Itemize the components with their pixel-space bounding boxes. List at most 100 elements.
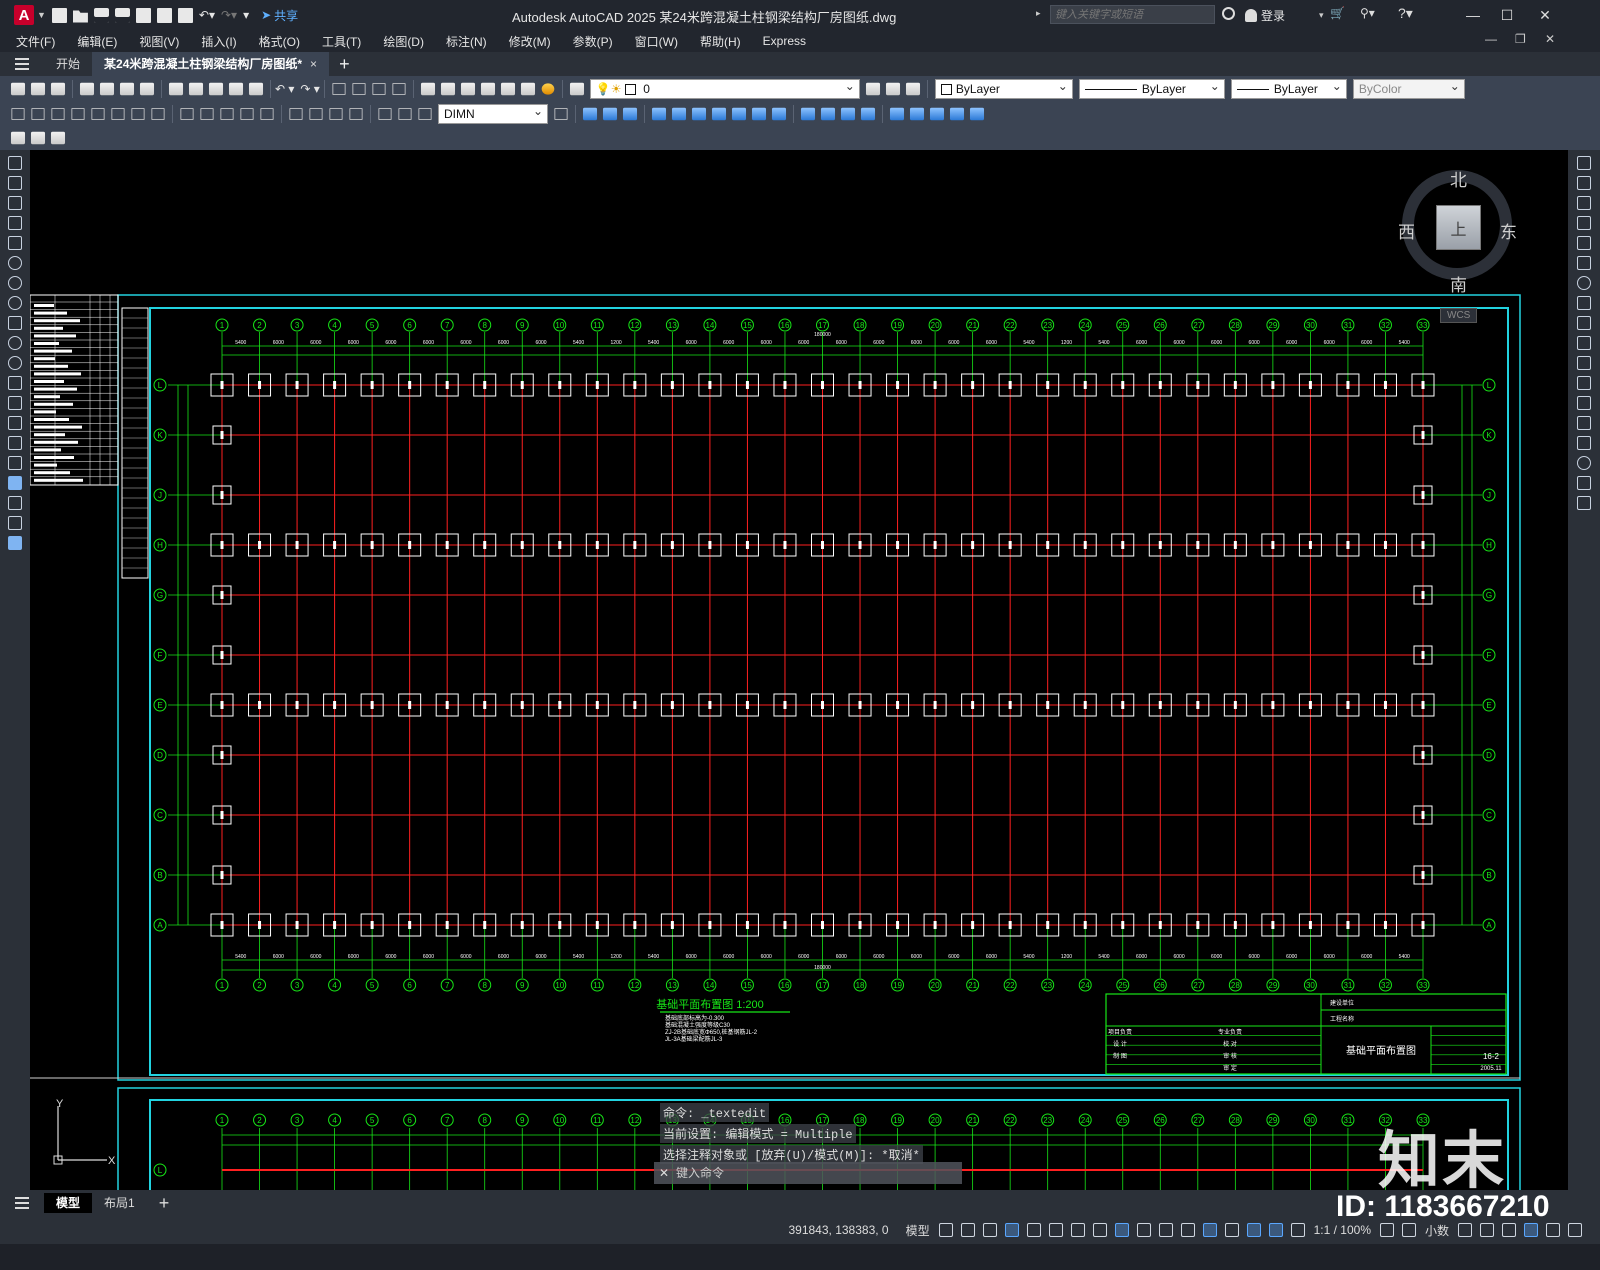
customize-qat-icon[interactable]: ▾ <box>243 8 249 22</box>
multiline-text-icon[interactable] <box>8 516 22 530</box>
save-icon[interactable] <box>93 7 109 23</box>
polar-tracking-icon[interactable] <box>1048 1223 1063 1237</box>
jogged-linear-icon[interactable] <box>349 107 363 120</box>
qnew-icon[interactable] <box>10 82 26 95</box>
attribute-edit-icon[interactable] <box>30 131 46 145</box>
arc-icon[interactable] <box>8 256 22 270</box>
zoom-window-icon[interactable] <box>372 82 386 95</box>
object-snap-tracking-icon[interactable] <box>1092 1223 1107 1237</box>
dim-update-icon[interactable] <box>418 107 432 120</box>
paste-icon[interactable] <box>208 82 224 95</box>
model-space-toggle[interactable]: 模型 <box>906 1222 930 1239</box>
polyline-icon[interactable] <box>8 196 22 210</box>
menu-parametric[interactable]: 参数(P) <box>573 33 613 50</box>
menu-file[interactable]: 文件(F) <box>16 33 55 50</box>
3d-print-icon[interactable] <box>139 82 155 95</box>
linear-dim-icon[interactable] <box>11 107 25 120</box>
trim-icon[interactable] <box>1577 336 1591 350</box>
dynamic-ucs-icon[interactable] <box>1224 1223 1239 1237</box>
menu-format[interactable]: 格式(O) <box>259 33 300 50</box>
tab-start[interactable]: 开始 <box>44 52 92 76</box>
insert-block-icon[interactable] <box>8 376 22 390</box>
autocad-logo-icon[interactable]: A <box>14 5 34 25</box>
baseline-dim-icon[interactable] <box>200 107 214 120</box>
dim-style-manager-icon[interactable] <box>554 107 568 120</box>
ellipse-icon[interactable] <box>8 336 22 350</box>
hamburger-menu-icon[interactable] <box>0 52 44 76</box>
3d-rotate-icon[interactable] <box>909 107 925 120</box>
center-mark-icon[interactable] <box>309 107 323 120</box>
angular-dim-icon[interactable] <box>151 107 165 120</box>
menu-dimension[interactable]: 标注(N) <box>446 33 487 50</box>
move-icon[interactable] <box>1577 256 1591 270</box>
union-icon[interactable] <box>751 107 767 120</box>
clean-screen-icon[interactable] <box>1546 1223 1560 1237</box>
layer-dropdown[interactable]: 💡☀ 0 <box>589 78 860 99</box>
zoom-previous-icon[interactable] <box>392 82 406 95</box>
publish-toolbar-icon[interactable] <box>119 82 135 95</box>
break-at-point-icon[interactable] <box>1577 376 1591 390</box>
layout-menu-icon[interactable] <box>0 1197 44 1209</box>
point-icon[interactable] <box>8 416 22 430</box>
loft-icon[interactable] <box>731 107 747 120</box>
slice-icon[interactable] <box>820 107 836 120</box>
infer-constraints-icon[interactable] <box>982 1223 997 1237</box>
share-button[interactable]: ➤ 共享 <box>261 7 298 24</box>
annotation-visibility-icon[interactable] <box>1246 1223 1261 1237</box>
circle-icon[interactable] <box>8 276 22 290</box>
transparency-icon[interactable] <box>1158 1223 1173 1237</box>
rectangle-icon[interactable] <box>8 236 22 250</box>
annotation-scale-icon[interactable] <box>1290 1223 1305 1237</box>
join-icon[interactable] <box>1577 416 1591 430</box>
line-icon[interactable] <box>8 156 22 170</box>
fillet-icon[interactable] <box>1577 456 1591 470</box>
dynamic-input-icon[interactable] <box>1004 1223 1019 1237</box>
workspace-gear-icon[interactable] <box>1379 1223 1394 1237</box>
selection-cycling-icon[interactable] <box>1180 1223 1195 1237</box>
mirror-icon[interactable] <box>1577 196 1591 210</box>
region-icon[interactable] <box>8 476 22 490</box>
undo-toolbar-icon[interactable]: ↶ ▾ <box>275 82 294 96</box>
preview-icon[interactable] <box>99 82 115 95</box>
stretch-icon[interactable] <box>1577 316 1591 330</box>
tolerance-icon[interactable] <box>289 107 303 120</box>
array-icon[interactable] <box>1577 236 1591 250</box>
menu-edit[interactable]: 编辑(E) <box>77 33 117 50</box>
aligned-dim-icon[interactable] <box>31 107 45 120</box>
zoom-realtime-icon[interactable] <box>352 82 366 95</box>
lineweight-dropdown[interactable]: ByLayer <box>1230 78 1347 99</box>
arc-length-icon[interactable] <box>51 107 65 120</box>
isodraft-icon[interactable] <box>1070 1223 1085 1237</box>
3d-move-icon[interactable] <box>889 107 905 120</box>
menu-modify[interactable]: 修改(M) <box>509 33 551 50</box>
external-reference-icon[interactable] <box>50 131 66 145</box>
login-button[interactable]: 登录 ▾ <box>1245 7 1324 24</box>
dim-text-edit-icon[interactable] <box>398 107 412 120</box>
3d-align-icon[interactable] <box>929 107 945 120</box>
maximize-button[interactable]: ☐ <box>1492 4 1522 26</box>
auto-scale-icon[interactable] <box>1268 1223 1283 1237</box>
infocenter-expand-icon[interactable]: ▸ <box>1036 8 1041 19</box>
extrude-icon[interactable] <box>651 107 667 120</box>
block-editor-icon[interactable] <box>248 82 264 95</box>
extend-icon[interactable] <box>1577 356 1591 370</box>
print-icon[interactable] <box>177 7 193 23</box>
chamfer-icon[interactable] <box>1577 436 1591 450</box>
radius-dim-icon[interactable] <box>91 107 105 120</box>
units-value[interactable]: 小数 <box>1425 1222 1449 1239</box>
save-as-icon[interactable] <box>114 7 130 23</box>
doc-close-button[interactable]: ✕ <box>1545 32 1555 46</box>
lineweight-icon[interactable] <box>1136 1223 1151 1237</box>
compass-north[interactable]: 北 <box>1450 166 1467 191</box>
dim-edit-icon[interactable] <box>378 107 392 120</box>
quick-properties-icon[interactable] <box>1458 1223 1472 1237</box>
erase-icon[interactable] <box>1577 156 1591 170</box>
add-selected-icon[interactable] <box>8 536 22 550</box>
gradient-icon[interactable] <box>8 456 22 470</box>
presspull-icon[interactable] <box>671 107 687 120</box>
offset-icon[interactable] <box>1577 216 1591 230</box>
design-center-icon[interactable] <box>440 82 455 95</box>
redo-toolbar-icon[interactable]: ↷ ▾ <box>300 82 319 96</box>
tab-close-icon[interactable]: × <box>310 57 317 71</box>
sheet-set-icon[interactable] <box>480 82 495 95</box>
